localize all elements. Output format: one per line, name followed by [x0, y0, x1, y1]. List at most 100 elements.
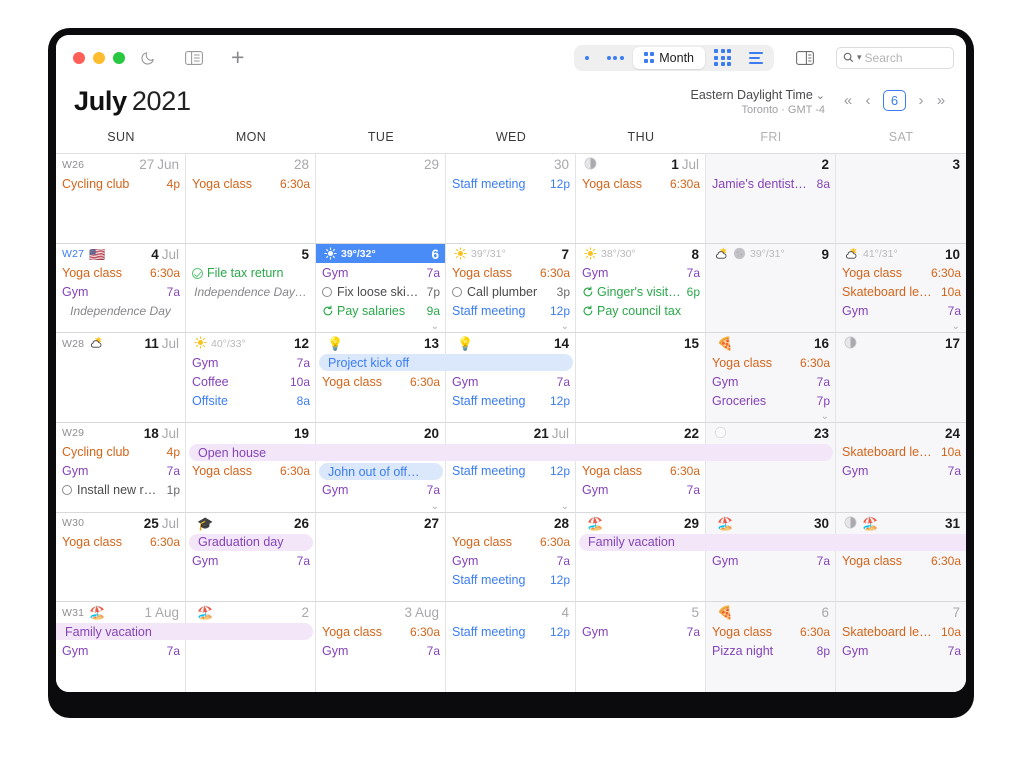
day-cell[interactable]: W31 🏖️ 1 Aug Gym 7a: [56, 602, 186, 692]
zoom-button[interactable]: [113, 51, 125, 64]
calendar-event[interactable]: Skateboard les… 10a: [836, 443, 966, 462]
day-cell[interactable]: W28 11 Jul: [56, 333, 186, 423]
day-cell[interactable]: 28 Yoga class 6:30a Gym 7a Staff meeting 12p: [446, 512, 576, 603]
calendar-event[interactable]: Yoga class 6:30a: [316, 372, 445, 391]
calendar-event[interactable]: Skateboard les… 10a: [836, 622, 966, 641]
reminder-checkbox-icon[interactable]: [322, 287, 332, 298]
day-cell[interactable]: 39°/31° 9: [706, 243, 836, 334]
more-events-chevron-icon[interactable]: ⌄: [561, 322, 569, 332]
calendar-event[interactable]: Gym 7a: [56, 283, 185, 302]
timezone-selector[interactable]: Eastern Daylight Time ⌄ Toronto · GMT -4: [691, 88, 826, 116]
day-cell[interactable]: 39°/32° 6 Gym 7a Fix loose skir… 7p Pay salari…: [316, 243, 446, 334]
day-cell[interactable]: 1 Jul Yoga class 6:30a: [576, 154, 706, 244]
calendar-event[interactable]: Yoga class 6:30a: [316, 622, 445, 641]
calendar-event[interactable]: Pizza night 8p: [706, 641, 835, 660]
calendar-event[interactable]: Gym 7a: [56, 462, 185, 481]
day-cell[interactable]: 🏖️ 31 Yoga class 6:30a: [836, 512, 966, 603]
day-cell[interactable]: 🍕 6 Yoga class 6:30a Pizza night 8p: [706, 602, 836, 692]
more-events-chevron-icon[interactable]: ⌄: [821, 411, 829, 422]
day-cell[interactable]: 2 Jamie's dentist… 8a: [706, 154, 836, 244]
view-month-button[interactable]: Month: [632, 46, 705, 69]
day-cell[interactable]: 27: [316, 512, 446, 603]
calendar-event[interactable]: Skateboard les… 10a: [836, 283, 966, 302]
calendar-event[interactable]: Coffee 10a: [186, 372, 315, 391]
calendar-event[interactable]: Yoga class 6:30a: [446, 264, 575, 283]
calendar-event[interactable]: Yoga class 6:30a: [576, 462, 705, 481]
calendar-event[interactable]: Pay salaries 9a: [316, 302, 445, 321]
day-cell[interactable]: 40°/33° 12 Gym 7a Coffee 10a Offsite 8a: [186, 333, 316, 423]
calendar-event[interactable]: Gym 7a: [576, 622, 705, 641]
multi-day-event[interactable]: John out of off…: [319, 463, 443, 480]
calendar-event[interactable]: Yoga class 6:30a: [836, 552, 966, 571]
more-events-chevron-icon[interactable]: ⌄: [561, 501, 569, 512]
view-list-button[interactable]: [740, 47, 772, 69]
day-cell[interactable]: 24 Skateboard les… 10a Gym 7a: [836, 422, 966, 513]
nav-prev-button[interactable]: ‹: [859, 91, 877, 111]
plus-icon[interactable]: +: [231, 46, 244, 69]
view-week-button[interactable]: [598, 47, 633, 69]
day-cell[interactable]: W29 18 Jul Cycling club 4p Gym 7a Install new r…: [56, 422, 186, 513]
day-cell[interactable]: 5 Gym 7a: [576, 602, 706, 692]
calendar-event[interactable]: Gym 7a: [186, 552, 315, 571]
calendar-event[interactable]: Yoga class 6:30a: [56, 533, 185, 552]
day-cell[interactable]: 5 File tax return Independence Day…: [186, 243, 316, 334]
day-cell[interactable]: 3: [836, 154, 966, 244]
calendar-event[interactable]: Yoga class 6:30a: [836, 264, 966, 283]
view-day-button[interactable]: [576, 47, 598, 69]
calendar-event[interactable]: Gym 7a: [316, 264, 445, 283]
day-cell[interactable]: 29: [316, 154, 446, 244]
day-cell[interactable]: 🏖️ 30 Gym 7a: [706, 512, 836, 603]
multi-day-event[interactable]: Family vacation: [56, 623, 313, 641]
calendar-event[interactable]: Staff meeting 12p: [446, 571, 575, 590]
sidebar-toggle-icon[interactable]: [185, 50, 203, 65]
calendar-event[interactable]: Gym 7a: [56, 641, 185, 660]
day-cell[interactable]: 🏖️ 2: [186, 602, 316, 692]
panel-toggle-icon[interactable]: [796, 50, 814, 65]
calendar-event[interactable]: Groceries 7p: [706, 391, 835, 410]
nav-last-button[interactable]: »: [932, 91, 950, 111]
day-cell[interactable]: 41°/31° 10 Yoga class 6:30a Skateboard les… 1…: [836, 243, 966, 334]
calendar-event[interactable]: Yoga class 6:30a: [186, 462, 315, 481]
calendar-event[interactable]: Gym 7a: [706, 372, 835, 391]
minimize-button[interactable]: [93, 51, 105, 64]
calendar-event[interactable]: File tax return: [186, 264, 315, 283]
calendar-event[interactable]: Staff meeting 12p: [446, 174, 575, 193]
close-button[interactable]: [73, 51, 85, 64]
calendar-event[interactable]: Yoga class 6:30a: [576, 174, 705, 193]
multi-day-event[interactable]: Family vacation: [579, 533, 966, 551]
search-input[interactable]: ▾ Search: [836, 46, 954, 69]
nav-next-button[interactable]: ›: [912, 91, 930, 111]
day-cell[interactable]: 💡 13 Yoga class 6:30a: [316, 333, 446, 423]
day-cell[interactable]: 22 Yoga class 6:30a Gym 7a: [576, 422, 706, 513]
day-cell[interactable]: 🏖️ 29: [576, 512, 706, 603]
day-cell[interactable]: W30 25 Jul Yoga class 6:30a: [56, 512, 186, 603]
more-events-chevron-icon[interactable]: ⌄: [431, 501, 439, 512]
day-cell[interactable]: 30 Staff meeting 12p: [446, 154, 576, 244]
calendar-event[interactable]: Gym 7a: [836, 462, 966, 481]
today-button[interactable]: 6: [883, 90, 906, 111]
calendar-event[interactable]: Gym 7a: [186, 353, 315, 372]
calendar-event[interactable]: Gym 7a: [446, 552, 575, 571]
calendar-event[interactable]: Cycling club 4p: [56, 174, 185, 193]
calendar-event[interactable]: Fix loose skir… 7p: [316, 283, 445, 302]
day-cell[interactable]: 17: [836, 333, 966, 423]
multi-day-event[interactable]: Project kick off: [319, 354, 573, 372]
calendar-event[interactable]: Call plumber 3p: [446, 283, 575, 302]
calendar-event[interactable]: Yoga class 6:30a: [446, 533, 575, 552]
calendar-event[interactable]: Yoga class 6:30a: [186, 174, 315, 193]
day-cell[interactable]: 38°/30° 8 Gym 7a Ginger's visit… 6p Pay counci…: [576, 243, 706, 334]
moon-icon[interactable]: [141, 50, 157, 66]
calendar-event[interactable]: Yoga class 6:30a: [706, 622, 835, 641]
day-cell[interactable]: 23: [706, 422, 836, 513]
multi-day-event[interactable]: Graduation day: [189, 533, 313, 551]
calendar-event[interactable]: Jamie's dentist… 8a: [706, 174, 835, 193]
reminder-completed-icon[interactable]: [192, 267, 203, 279]
day-cell[interactable]: W27 🇺🇸 4 Jul Yoga class 6:30a Gym 7a Independenc…: [56, 243, 186, 334]
calendar-event[interactable]: Gym 7a: [836, 641, 966, 660]
reminder-checkbox-icon[interactable]: [62, 485, 72, 496]
calendar-event[interactable]: Gym 7a: [576, 481, 705, 500]
nav-first-button[interactable]: «: [839, 91, 857, 111]
calendar-event[interactable]: Yoga class 6:30a: [56, 264, 185, 283]
multi-day-event[interactable]: Open house: [189, 444, 833, 461]
calendar-event[interactable]: Gym 7a: [576, 264, 705, 283]
